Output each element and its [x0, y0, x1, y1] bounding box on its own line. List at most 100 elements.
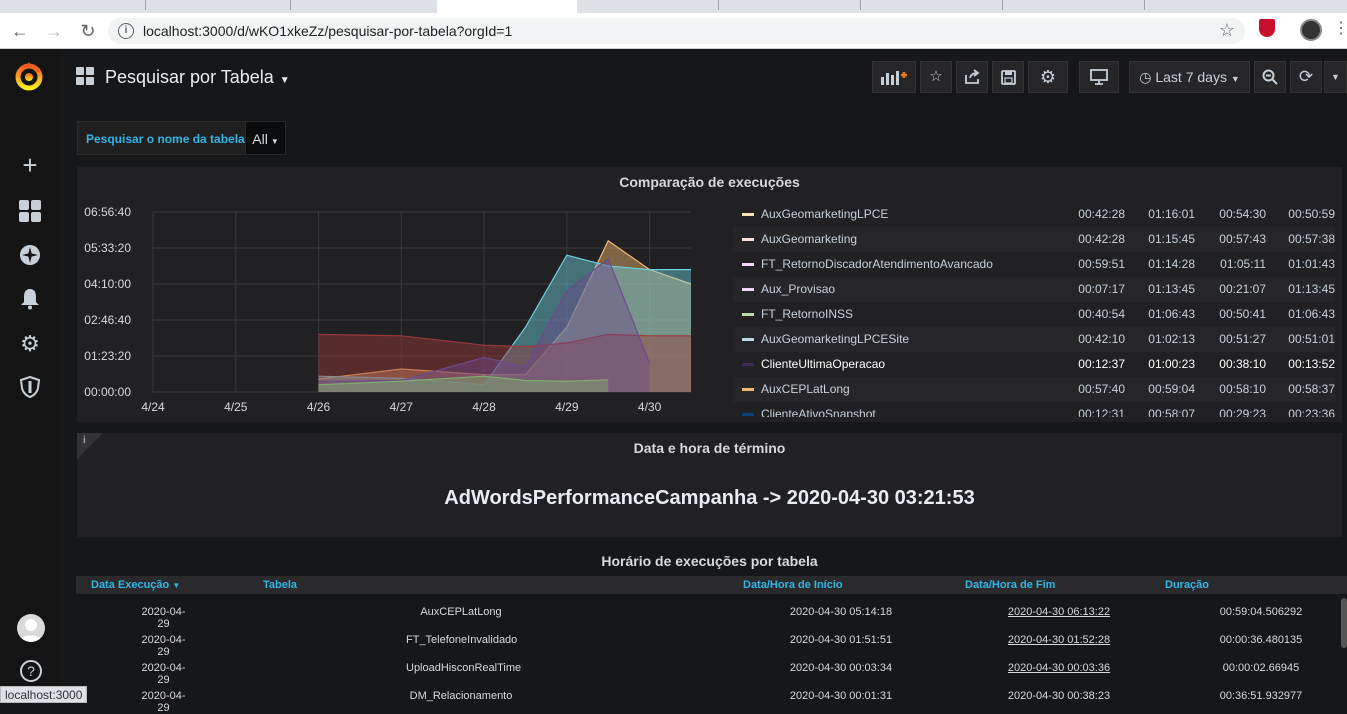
table-row[interactable]: 2020-04-29 UploadHisconRealTime 2020-04-30… — [76, 654, 1341, 686]
legend-series-name[interactable]: AuxGeomarketingLPCESite — [761, 327, 909, 352]
column-header-tabela[interactable]: Tabela — [263, 579, 297, 591]
reload-icon[interactable]: ↻ — [76, 19, 100, 43]
cell-fim[interactable]: 2020-04-30 00:03:36 — [1004, 662, 1114, 674]
cell-inicio: 2020-04-30 00:01:31 — [789, 690, 893, 702]
user-avatar[interactable] — [17, 614, 45, 642]
legend-series-name[interactable]: FT_RetornoDiscadorAtendimentoAvancado — [761, 252, 993, 277]
legend-row[interactable]: AuxGeomarketingLPCE 00:42:28 01:16:01 00:54… — [733, 202, 1335, 227]
legend-series-name[interactable]: FT_RetornoINSS — [761, 302, 853, 327]
extension-shield-icon[interactable] — [1259, 19, 1275, 37]
stat-panel-title[interactable]: Data e hora de término — [77, 440, 1342, 456]
x-tick-label: 4/30 — [638, 400, 662, 414]
legend-value: 00:07:17 — [1078, 282, 1125, 296]
legend-series-name[interactable]: AuxCEPLatLong — [761, 377, 850, 402]
legend-series-name[interactable]: Aux_Provisao — [761, 277, 835, 302]
settings-gear-button[interactable]: ⚙ — [1028, 61, 1068, 93]
add-panel-button[interactable] — [872, 61, 916, 93]
legend-value: 00:13:52 — [1288, 357, 1335, 371]
legend-row[interactable]: AuxGeomarketing 00:42:28 01:15:45 00:57:43 0… — [733, 227, 1335, 252]
help-icon[interactable]: ? — [20, 660, 42, 682]
legend-row[interactable]: FT_RetornoINSS 00:40:54 01:06:43 00:50:41 01… — [733, 302, 1335, 327]
explore-icon[interactable] — [18, 244, 42, 268]
grafana-logo-icon[interactable] — [13, 60, 45, 92]
x-tick-label: 4/24 — [141, 400, 165, 414]
bookmark-star-icon[interactable]: ☆ — [1219, 20, 1235, 41]
cell-tabela: AuxCEPLatLong — [420, 606, 502, 618]
star-dashboard-button[interactable]: ☆ — [920, 61, 952, 93]
legend-swatch[interactable] — [742, 238, 754, 241]
cell-tabela: FT_TelefoneInvalidado — [406, 634, 518, 646]
legend-row[interactable]: FT_RetornoDiscadorAtendimentoAvancado 00:… — [733, 252, 1335, 277]
y-tick-label: 00:00:00 — [84, 385, 131, 399]
browser-tab-active[interactable] — [437, 0, 577, 13]
alerting-bell-icon[interactable] — [18, 288, 42, 312]
legend-swatch[interactable] — [742, 263, 754, 266]
cell-duracao: 00:36:51.932977 — [1219, 690, 1303, 702]
variable-label: Pesquisar o nome da tabela — [77, 121, 254, 155]
configuration-gear-icon[interactable]: ⚙ — [18, 332, 42, 356]
profile-avatar[interactable] — [1300, 19, 1322, 41]
refresh-interval-dropdown[interactable]: ▼ — [1324, 61, 1347, 93]
legend-row[interactable]: ClienteUltimaOperacao 00:12:37 01:00:23 00:… — [733, 352, 1335, 377]
x-tick-label: 4/26 — [307, 400, 331, 414]
table-panel-title[interactable]: Horário de execuções por tabela — [77, 553, 1342, 569]
browser-toolbar: ← → ↻ i localhost:3000/d/wKO1xkeZz/pesqu… — [0, 13, 1347, 49]
browser-menu-icon[interactable]: ⋮ — [1333, 18, 1347, 38]
legend-row[interactable]: AuxCEPLatLong 00:57:40 00:59:04 00:58:10 00:… — [733, 377, 1335, 402]
table-row[interactable]: 2020-04-29 DM_Relacionamento 2020-04-30 00… — [76, 682, 1341, 714]
legend-series-name[interactable]: AuxGeomarketingLPCE — [761, 202, 888, 227]
legend-row[interactable]: Aux_Provisao 00:07:17 01:13:45 00:21:07 01:1… — [733, 277, 1335, 302]
legend-swatch[interactable] — [742, 363, 754, 366]
site-info-icon[interactable]: i — [118, 23, 134, 39]
legend-value: 01:02:13 — [1148, 332, 1195, 346]
table-row[interactable]: 2020-04-29 FT_TelefoneInvalidado 2020-04-3… — [76, 626, 1341, 658]
plus-icon[interactable]: + — [18, 152, 42, 178]
back-icon[interactable]: ← — [8, 19, 32, 43]
forward-icon[interactable]: → — [42, 19, 66, 43]
legend-swatch[interactable] — [742, 313, 754, 316]
cell-fim[interactable]: 2020-04-30 06:13:22 — [1004, 606, 1114, 618]
legend-row[interactable]: AuxGeomarketingLPCESite 00:42:10 01:02:13 0… — [733, 327, 1335, 352]
time-range-picker[interactable]: ◷ Last 7 days ▼ — [1129, 61, 1250, 93]
zoom-out-button[interactable] — [1254, 61, 1286, 93]
legend-value: 00:42:28 — [1078, 232, 1125, 246]
column-header-inicio[interactable]: Data/Hora de Início — [743, 579, 843, 591]
shield-icon[interactable] — [18, 375, 42, 400]
column-header-duracao[interactable]: Duração — [1165, 579, 1209, 591]
browser-tabstrip — [0, 0, 1347, 13]
legend-series-name[interactable]: ClienteUltimaOperacao — [761, 352, 885, 377]
y-tick-label: 05:33:20 — [84, 241, 131, 255]
legend-row[interactable]: ClienteAtivoSnapshot 00:12:31 00:58:07 00:2… — [733, 402, 1335, 417]
column-header-data-execucao[interactable]: Data Execução ▼ — [91, 579, 180, 591]
tab-separator — [1002, 0, 1003, 10]
legend-swatch[interactable] — [742, 338, 754, 341]
legend-series-name[interactable]: AuxGeomarketing — [761, 227, 857, 252]
tv-mode-button[interactable] — [1079, 61, 1119, 93]
dashboards-icon[interactable] — [18, 200, 42, 224]
variable-select[interactable]: All ▼ — [245, 121, 286, 155]
share-button[interactable] — [956, 61, 988, 93]
chevron-down-icon: ▼ — [1230, 74, 1240, 84]
legend-swatch[interactable] — [742, 413, 754, 416]
legend-swatch[interactable] — [742, 213, 754, 216]
dashboard-title-text: Pesquisar por Tabela — [105, 67, 274, 87]
address-bar[interactable]: i localhost:3000/d/wKO1xkeZz/pesquisar-p… — [108, 18, 1245, 44]
legend-value: 00:54:30 — [1219, 207, 1266, 221]
table-row[interactable]: 2020-04-29 AuxCEPLatLong 2020-04-30 05:14:… — [76, 598, 1341, 630]
legend-value: 01:13:45 — [1288, 282, 1335, 296]
legend-swatch[interactable] — [742, 388, 754, 391]
cell-fim[interactable]: 2020-04-30 01:52:28 — [1004, 634, 1114, 646]
legend-value: 00:29:23 — [1219, 407, 1266, 417]
sort-desc-icon: ▼ — [172, 581, 181, 590]
cell-fim[interactable]: 2020-04-30 00:38:23 — [1004, 690, 1114, 702]
y-tick-label: 02:46:40 — [84, 313, 131, 327]
column-header-fim[interactable]: Data/Hora de Fim — [965, 579, 1055, 591]
legend-series-name[interactable]: ClienteAtivoSnapshot — [761, 402, 876, 417]
table-header: Data Execução ▼ Tabela Data/Hora de Iníc… — [76, 576, 1347, 594]
save-button[interactable] — [992, 61, 1024, 93]
legend-swatch[interactable] — [742, 288, 754, 291]
graph-panel-title[interactable]: Comparação de execuções — [77, 174, 1342, 190]
dashboard-title[interactable]: Pesquisar por Tabela ▼ — [105, 67, 290, 88]
table-scrollbar[interactable] — [1341, 598, 1347, 648]
refresh-button[interactable]: ⟳ — [1290, 61, 1322, 93]
